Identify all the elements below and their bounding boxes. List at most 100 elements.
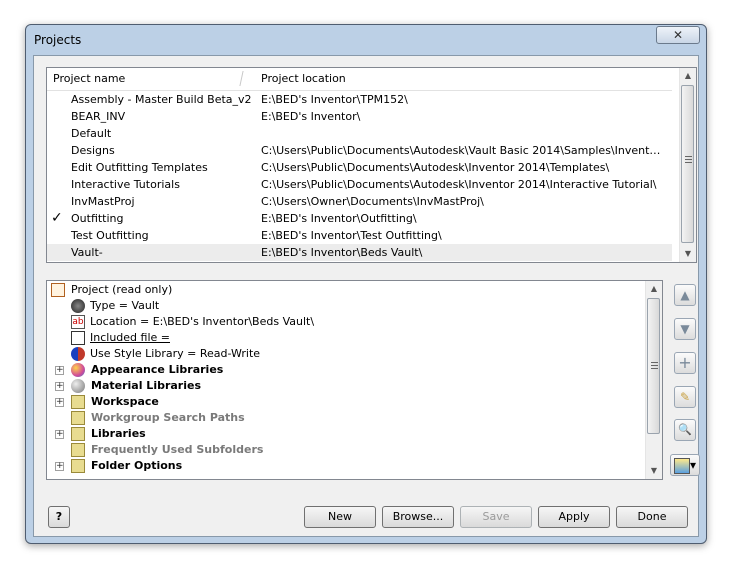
move-down-button[interactable]: ▼ <box>674 318 696 340</box>
folder-icon <box>71 411 85 425</box>
style-library-icon <box>71 347 85 361</box>
project-location: C:\Users\Public\Documents\Autodesk\Inven… <box>261 161 610 174</box>
projects-list-scrollbar[interactable]: ▲ ▼ <box>679 68 696 262</box>
up-arrow-icon: ▲ <box>680 288 690 302</box>
included-file-icon <box>71 331 85 345</box>
project-row[interactable]: Edit Outfitting Templates C:\Users\Publi… <box>47 159 672 176</box>
folder-icon <box>71 395 85 409</box>
expand-icon[interactable]: + <box>55 382 64 391</box>
scroll-thumb[interactable] <box>681 85 694 243</box>
plus-icon: + <box>678 353 692 372</box>
find-button[interactable]: 🔍 <box>674 419 696 441</box>
vault-type-icon <box>71 299 85 313</box>
column-header-project-name[interactable]: Project name <box>53 72 125 85</box>
project-name: Assembly - Master Build Beta_v2 <box>71 93 252 106</box>
project-location: E:\BED's Inventor\ <box>261 110 361 123</box>
project-name: InvMastProj <box>71 195 135 208</box>
project-location: E:\BED's Inventor\TPM152\ <box>261 93 408 106</box>
grip-line <box>685 156 692 157</box>
tree-item-label: Frequently Used Subfolders <box>91 443 264 456</box>
location-icon: ab <box>71 315 85 329</box>
projects-dialog: Projects ✕ Project name Project location… <box>25 24 707 544</box>
tree-item-label: Workspace <box>91 395 159 408</box>
expand-icon[interactable]: + <box>55 462 64 471</box>
expand-icon[interactable]: + <box>55 430 64 439</box>
project-row[interactable]: InvMastProj C:\Users\Owner\Documents\Inv… <box>47 193 672 210</box>
project-location: C:\Users\Public\Documents\Autodesk\Inven… <box>261 178 657 191</box>
folder-icon <box>71 459 85 473</box>
pencil-icon: ✎ <box>679 390 691 404</box>
column-separator[interactable] <box>239 71 244 86</box>
projects-list-header: Project name Project location <box>47 68 672 91</box>
help-button[interactable]: ? <box>48 506 70 528</box>
down-arrow-icon: ▼ <box>680 322 690 336</box>
project-row[interactable]: Designs C:\Users\Public\Documents\Autode… <box>47 142 672 159</box>
folder-icon <box>71 443 85 457</box>
project-name: Test Outfitting <box>71 229 149 242</box>
browse-button[interactable]: Browse... <box>382 506 454 528</box>
grip-line <box>651 362 658 363</box>
scroll-thumb[interactable] <box>647 298 660 434</box>
project-row[interactable]: Test Outfitting E:\BED's Inventor\Test O… <box>47 227 672 244</box>
project-row[interactable]: Assembly - Master Build Beta_v2 E:\BED's… <box>47 91 672 108</box>
dialog-title: Projects <box>34 33 82 47</box>
project-settings-tree[interactable]: Project (read only) Type = Vault ab Loca… <box>46 280 663 480</box>
tree-item-label: Type = Vault <box>90 299 160 312</box>
scroll-up-arrow-icon[interactable]: ▲ <box>646 281 662 297</box>
expand-icon[interactable]: + <box>55 366 64 375</box>
scroll-down-arrow-icon[interactable]: ▼ <box>646 463 662 479</box>
project-row[interactable]: Interactive Tutorials C:\Users\Public\Do… <box>47 176 672 193</box>
project-location: C:\Users\Public\Documents\Autodesk\Vault… <box>261 144 663 157</box>
tree-scrollbar[interactable]: ▲ ▼ <box>645 281 662 479</box>
grip-line <box>685 162 692 163</box>
column-header-project-location[interactable]: Project location <box>261 72 346 85</box>
done-button[interactable]: Done <box>616 506 688 528</box>
tree-item-label: Project (read only) <box>71 283 173 296</box>
new-button[interactable]: New <box>304 506 376 528</box>
project-row-selected[interactable]: Vault- E:\BED's Inventor\Beds Vault\ <box>47 244 672 261</box>
tree-item-label: Folder Options <box>91 459 183 472</box>
scroll-down-arrow-icon[interactable]: ▼ <box>680 246 696 262</box>
edit-button[interactable]: ✎ <box>674 386 696 408</box>
project-location: E:\BED's Inventor\Test Outfitting\ <box>261 229 442 242</box>
project-location: E:\BED's Inventor\Beds Vault\ <box>261 246 423 259</box>
project-name: BEAR_INV <box>71 110 126 123</box>
options-icon <box>674 458 690 474</box>
tree-item-label: Included file = <box>90 331 170 344</box>
save-button[interactable]: Save <box>460 506 532 528</box>
tree-item-label: Appearance Libraries <box>91 363 224 376</box>
options-dropdown-button[interactable]: ▾ <box>670 454 700 476</box>
expand-icon[interactable]: + <box>55 398 64 407</box>
close-button[interactable]: ✕ <box>656 26 700 44</box>
chevron-down-icon: ▾ <box>689 458 696 472</box>
magnifier-icon: 🔍 <box>678 423 692 436</box>
project-name: Edit Outfitting Templates <box>71 161 208 174</box>
project-name: Default <box>71 127 112 140</box>
dialog-client-area: Project name Project location Assembly -… <box>33 55 700 537</box>
project-file-icon <box>51 283 65 297</box>
tree-item-label: Location = E:\BED's Inventor\Beds Vault\ <box>90 315 315 328</box>
project-row-active[interactable]: ✓ Outfitting E:\BED's Inventor\Outfittin… <box>47 210 672 227</box>
active-project-checkmark-icon: ✓ <box>51 210 63 226</box>
material-icon <box>71 379 85 393</box>
project-name: Outfitting <box>71 212 124 225</box>
project-row[interactable]: BEAR_INV E:\BED's Inventor\ <box>47 108 672 125</box>
project-name: Interactive Tutorials <box>71 178 180 191</box>
move-up-button[interactable]: ▲ <box>674 284 696 306</box>
project-location: E:\BED's Inventor\Outfitting\ <box>261 212 417 225</box>
scroll-up-arrow-icon[interactable]: ▲ <box>680 68 696 84</box>
project-location: C:\Users\Owner\Documents\InvMastProj\ <box>261 195 484 208</box>
projects-list[interactable]: Project name Project location Assembly -… <box>46 67 697 263</box>
project-name: Designs <box>71 144 115 157</box>
grip-line <box>651 365 658 366</box>
tree-item-label: Use Style Library = Read-Write <box>90 347 261 360</box>
project-row[interactable]: Default <box>47 125 672 142</box>
apply-button[interactable]: Apply <box>538 506 610 528</box>
appearance-icon <box>71 363 85 377</box>
grip-line <box>685 159 692 160</box>
add-path-button[interactable]: + <box>674 352 696 374</box>
grip-line <box>651 368 658 369</box>
folder-icon <box>71 427 85 441</box>
project-name: Vault- <box>71 246 103 259</box>
tree-item-label: Workgroup Search Paths <box>91 411 245 424</box>
